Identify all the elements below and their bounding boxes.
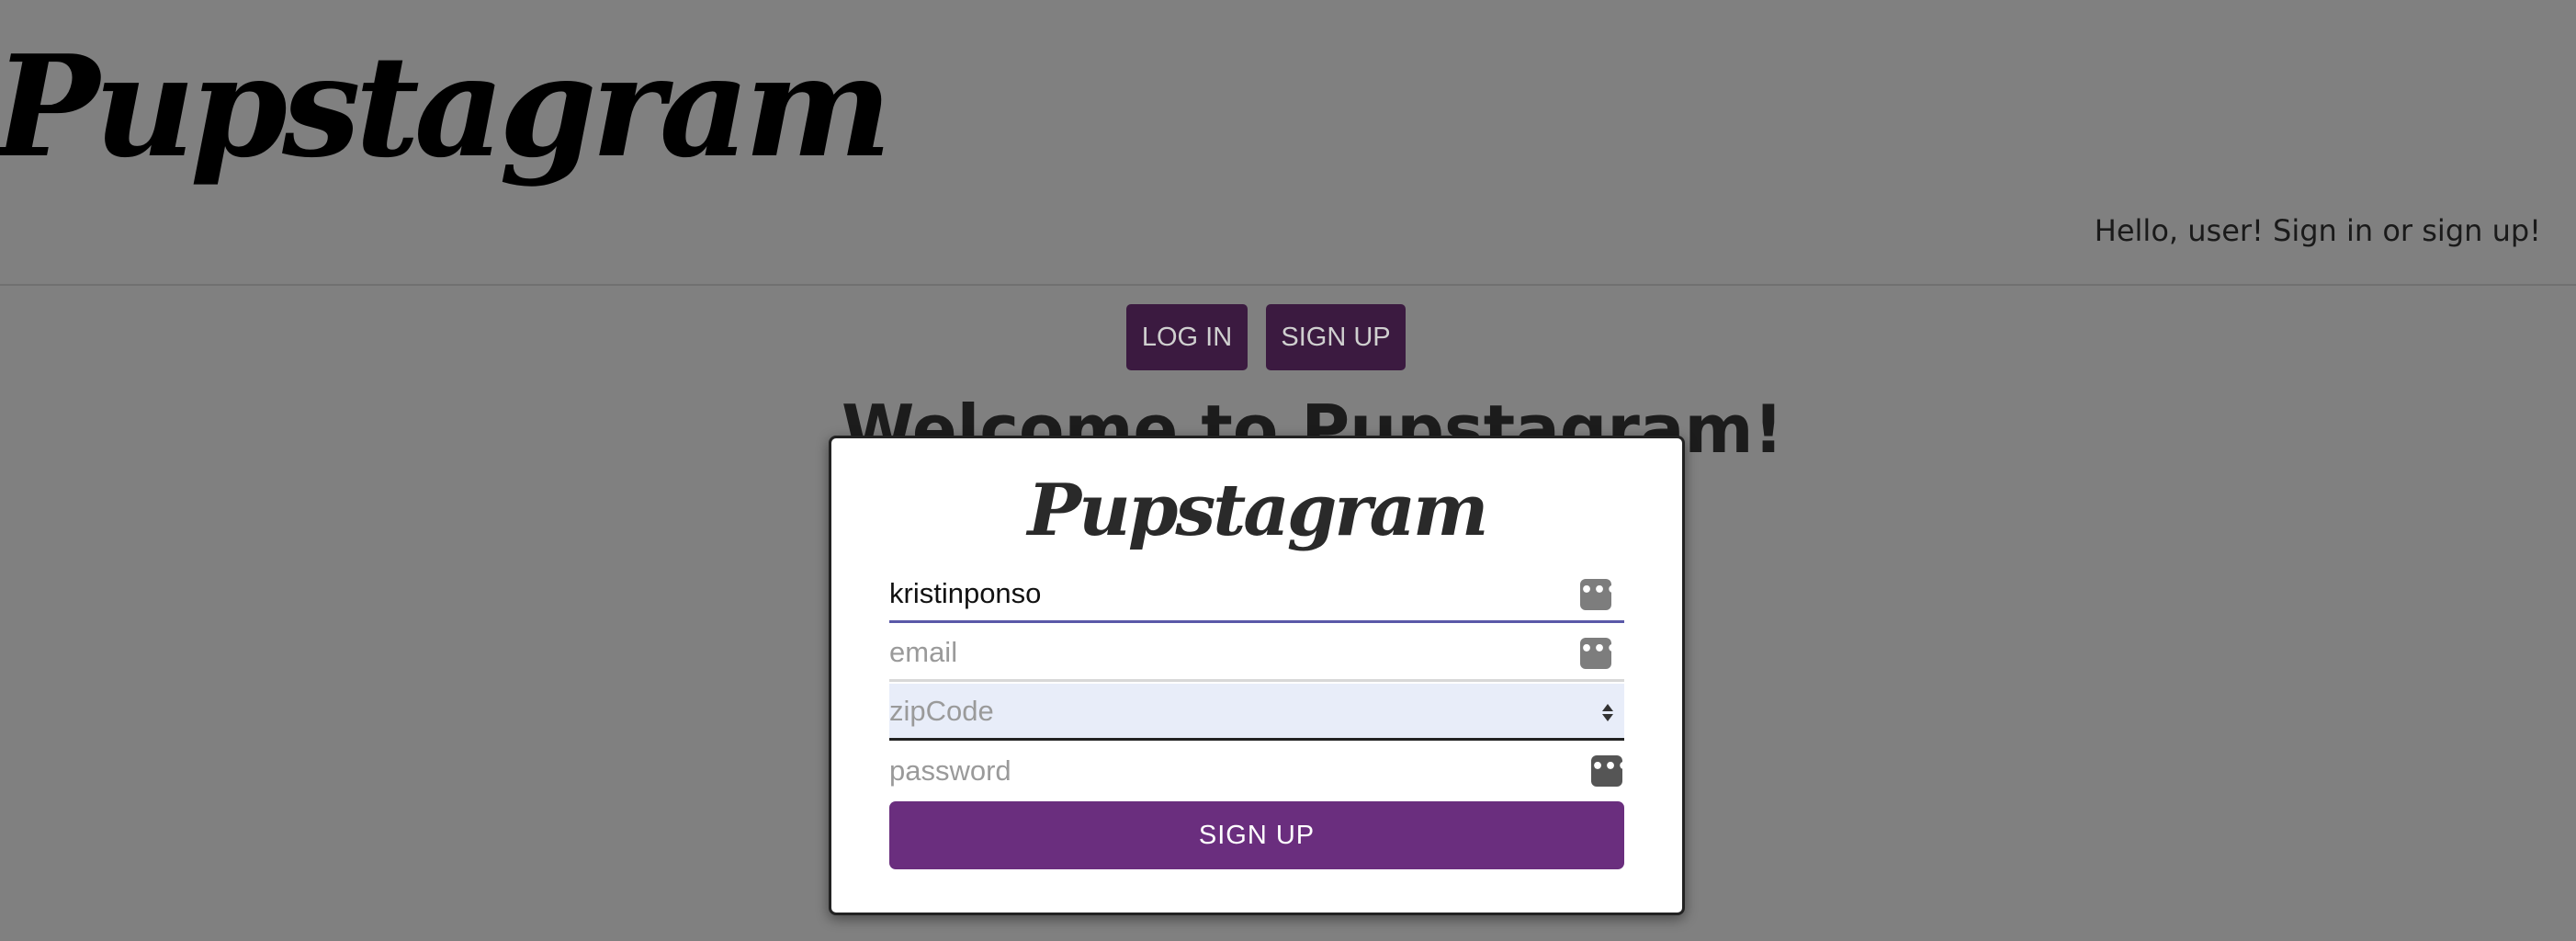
more-dots-icon[interactable]: ••• <box>1580 638 1619 669</box>
more-dots-icon[interactable]: ••• <box>1591 755 1630 787</box>
password-field-wrapper: ••• <box>889 743 1630 799</box>
username-input[interactable] <box>889 566 1569 620</box>
stepper-down-icon[interactable] <box>1602 713 1613 721</box>
zipcode-field-wrapper <box>889 684 1624 741</box>
password-input[interactable] <box>889 743 1569 799</box>
stepper-arrows-icon[interactable] <box>1599 697 1617 728</box>
modal-logo: Pupstagram <box>1027 469 1488 552</box>
more-dots-icon[interactable]: ••• <box>1580 579 1619 610</box>
username-field-wrapper: ••• <box>889 566 1624 623</box>
zipcode-input[interactable] <box>889 684 1569 738</box>
email-field-wrapper: ••• <box>889 625 1624 682</box>
greeting-text: Hello, user! Sign in or sign up! <box>2094 213 2541 248</box>
stepper-up-icon[interactable] <box>1602 703 1613 711</box>
signup-submit-button[interactable]: SIGN UP <box>889 801 1624 869</box>
login-button[interactable]: LOG IN <box>1126 304 1248 370</box>
header-divider <box>0 284 2576 286</box>
site-logo[interactable]: Pupstagram <box>0 37 892 176</box>
signup-button[interactable]: SIGN UP <box>1266 304 1406 370</box>
email-input[interactable] <box>889 625 1569 679</box>
page: Pupstagram Hello, user! Sign in or sign … <box>0 0 2576 941</box>
